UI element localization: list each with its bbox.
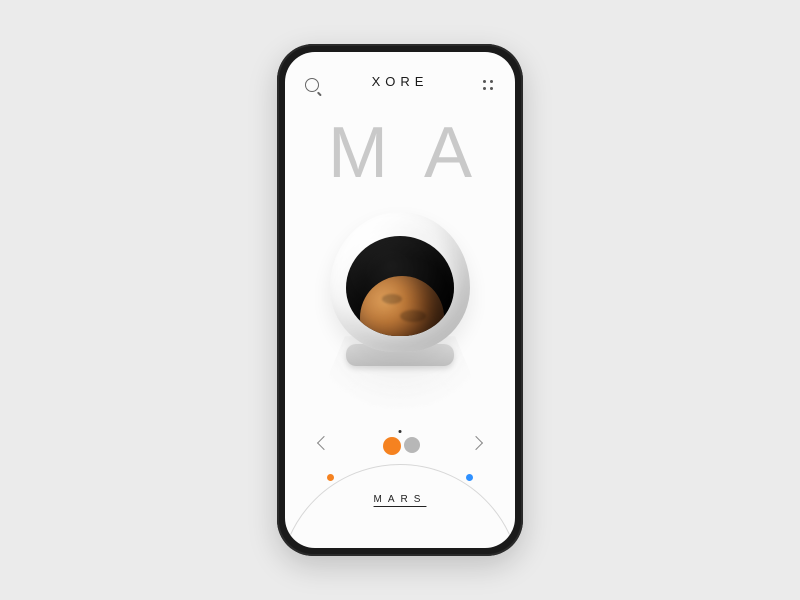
helmet-visor (346, 236, 454, 336)
next-planet-button[interactable] (469, 436, 483, 450)
selector-dot-neighbor[interactable] (404, 437, 420, 453)
mars-reflection (360, 276, 444, 336)
orbit-dot-left[interactable] (327, 474, 334, 481)
app-header: XORE (285, 74, 515, 98)
menu-icon[interactable] (481, 78, 495, 92)
current-planet-label[interactable]: MARS (285, 494, 515, 505)
hero-background-type: MA (285, 112, 515, 194)
orbit-dot-right[interactable] (466, 474, 473, 481)
selector-dot-tiny (399, 430, 402, 433)
planet-selector: MARS (285, 410, 515, 530)
prev-planet-button[interactable] (317, 436, 331, 450)
orbit-arc (285, 464, 515, 548)
phone-frame: XORE MA MARS (277, 44, 523, 556)
screen: XORE MA MARS (285, 52, 515, 548)
hero-helmet-illustration (320, 212, 480, 392)
selector-dot-current[interactable] (383, 437, 401, 455)
